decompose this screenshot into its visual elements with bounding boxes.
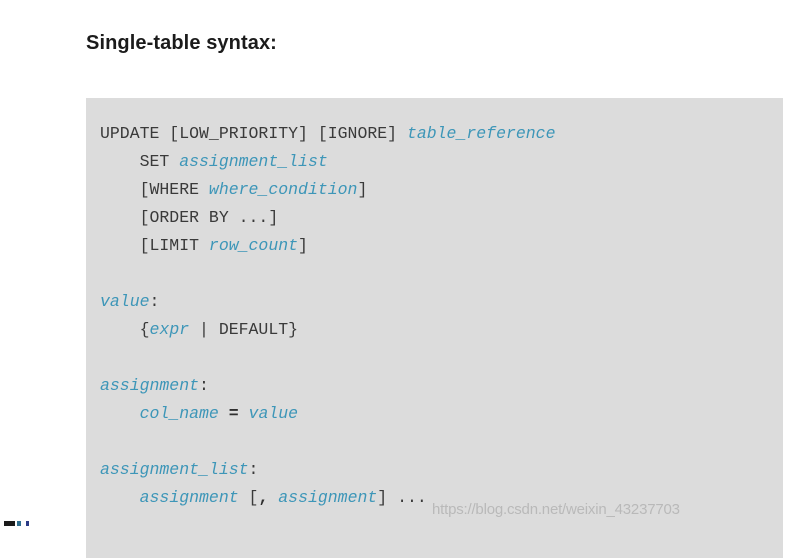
line-assignment-label: assignment: (86, 372, 783, 400)
line-limit: [LIMIT row_count] (86, 232, 783, 260)
code-token-kw: ] ... (377, 488, 427, 507)
line-blank-2 (86, 344, 783, 372)
line-value-label: value: (86, 288, 783, 316)
code-token-op: , (258, 488, 269, 507)
code-token-kw: ] (357, 180, 368, 199)
line-set: SET assignment_list (86, 148, 783, 176)
line-blank-3 (86, 428, 783, 456)
code-token-var: expr (149, 320, 190, 339)
code-token-kw: : (199, 376, 209, 395)
code-token-kw: SET (100, 152, 180, 171)
code-token-var: row_count (208, 236, 299, 255)
code-token-var: assignment_list (100, 460, 249, 479)
code-token-kw (239, 404, 249, 423)
code-token-var: table_reference (406, 124, 556, 143)
code-token-kw: UPDATE [LOW_PRIORITY] [IGNORE] (100, 124, 407, 143)
code-token-kw: : (248, 460, 259, 479)
line-order-by: [ORDER BY ...] (86, 204, 783, 232)
code-block: UPDATE [LOW_PRIORITY] [IGNORE] table_ref… (86, 98, 783, 558)
code-token-var: assignment (139, 488, 239, 507)
line-where: [WHERE where_condition] (86, 176, 783, 204)
code-token-kw (100, 404, 140, 423)
code-token-kw: [LIMIT (100, 236, 209, 255)
line-assignment-body: col_name = value (86, 400, 783, 428)
code-token-var: value (100, 292, 150, 311)
edge-artifact (4, 521, 30, 526)
code-token-op: = (228, 404, 239, 423)
code-token-kw (268, 488, 278, 507)
code-token-var: where_condition (208, 180, 358, 199)
code-lines: UPDATE [LOW_PRIORITY] [IGNORE] table_ref… (86, 120, 783, 512)
line-value-body: {expr | DEFAULT} (86, 316, 783, 344)
code-token-var: value (248, 404, 299, 423)
line-assignment-list-label: assignment_list: (86, 456, 783, 484)
code-token-var: assignment (278, 488, 378, 507)
code-token-kw (100, 488, 140, 507)
code-token-var: assignment (100, 376, 200, 395)
line-update: UPDATE [LOW_PRIORITY] [IGNORE] table_ref… (86, 120, 783, 148)
code-token-kw (219, 404, 229, 423)
code-token-kw: | DEFAULT} (189, 320, 299, 339)
code-token-var: col_name (139, 404, 219, 423)
line-blank-1 (86, 260, 783, 288)
code-token-var: assignment_list (179, 152, 328, 171)
code-token-kw: [WHERE (100, 180, 209, 199)
code-token-kw: { (100, 320, 150, 339)
code-token-kw: : (149, 292, 160, 311)
code-token-kw: [ (238, 488, 259, 507)
code-token-kw: [ORDER BY ...] (100, 208, 279, 227)
line-assignment-list-body: assignment [, assignment] ... (86, 484, 783, 512)
page-root: Single-table syntax: UPDATE [LOW_PRIORIT… (0, 0, 806, 558)
code-token-kw: ] (298, 236, 308, 255)
page-title: Single-table syntax: (86, 32, 277, 54)
